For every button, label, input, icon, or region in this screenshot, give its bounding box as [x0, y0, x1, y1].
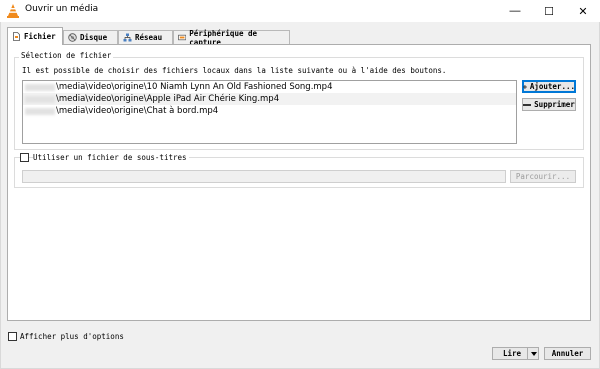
- file-selection-hint: Il est possible de choisir des fichiers …: [22, 66, 447, 75]
- subtitles-checkbox[interactable]: [20, 153, 29, 162]
- list-item[interactable]: \media\video\origine\Apple iPad Air Chér…: [23, 93, 516, 105]
- tab-label: Disque: [80, 33, 108, 42]
- play-label: Lire: [503, 349, 522, 358]
- play-dropdown-button[interactable]: [528, 347, 539, 360]
- network-icon: [123, 33, 132, 42]
- maximize-button[interactable]: ☐: [532, 0, 566, 22]
- subtitles-checkbox-label: Utiliser un fichier de sous-titres: [33, 153, 189, 162]
- list-item[interactable]: \media\video\origine\10 Niamh Lynn An Ol…: [23, 81, 516, 93]
- file-selection-title: Sélection de fichier: [19, 51, 114, 60]
- browse-button[interactable]: Parcourir...: [510, 170, 576, 183]
- cancel-label: Annuler: [551, 349, 584, 358]
- maximize-icon: ☐: [544, 5, 554, 18]
- tab-fichier[interactable]: Fichier: [7, 27, 63, 45]
- more-options-label: Afficher plus d'options: [20, 332, 124, 341]
- minus-icon: [523, 103, 532, 106]
- cancel-button[interactable]: Annuler: [544, 347, 591, 360]
- tab-peripherique[interactable]: Périphérique de capture: [173, 29, 290, 47]
- add-file-button[interactable]: Ajouter...: [522, 80, 576, 93]
- close-icon: ✕: [578, 5, 588, 18]
- minimize-button[interactable]: —: [498, 0, 532, 22]
- disc-icon: [68, 33, 77, 42]
- close-button[interactable]: ✕: [566, 0, 600, 22]
- minimize-icon: —: [509, 5, 521, 17]
- tab-label: Réseau: [135, 33, 163, 42]
- tab-label: Fichier: [24, 32, 56, 41]
- redacted-path-prefix: [25, 95, 55, 103]
- window-title: Ouvrir un média: [25, 4, 99, 14]
- title-bar: Ouvrir un média — ☐ ✕: [0, 0, 600, 22]
- vlc-cone-icon: [7, 4, 19, 18]
- add-file-label: Ajouter...: [529, 82, 575, 91]
- file-list[interactable]: \media\video\origine\10 Niamh Lynn An Ol…: [22, 80, 517, 144]
- subtitles-path-field[interactable]: [22, 170, 506, 183]
- more-options-checkbox[interactable]: [8, 332, 17, 341]
- browse-label: Parcourir...: [515, 172, 571, 181]
- list-item[interactable]: \media\video\origine\Chat à bord.mp4: [23, 105, 516, 117]
- tab-reseau[interactable]: Réseau: [118, 30, 173, 44]
- remove-file-button[interactable]: Supprimer: [522, 98, 576, 111]
- tab-disque[interactable]: Disque: [63, 30, 118, 44]
- chevron-down-icon: [530, 351, 537, 356]
- file-icon: [13, 32, 20, 41]
- redacted-path-prefix: [25, 83, 55, 91]
- remove-file-label: Supprimer: [534, 100, 575, 109]
- plus-icon: [523, 84, 527, 89]
- file-path: \media\video\origine\Chat à bord.mp4: [56, 106, 219, 116]
- capture-device-icon: [178, 34, 187, 41]
- file-path: \media\video\origine\10 Niamh Lynn An Ol…: [56, 82, 333, 92]
- redacted-path-prefix: [25, 107, 55, 115]
- file-path: \media\video\origine\Apple iPad Air Chér…: [56, 94, 280, 104]
